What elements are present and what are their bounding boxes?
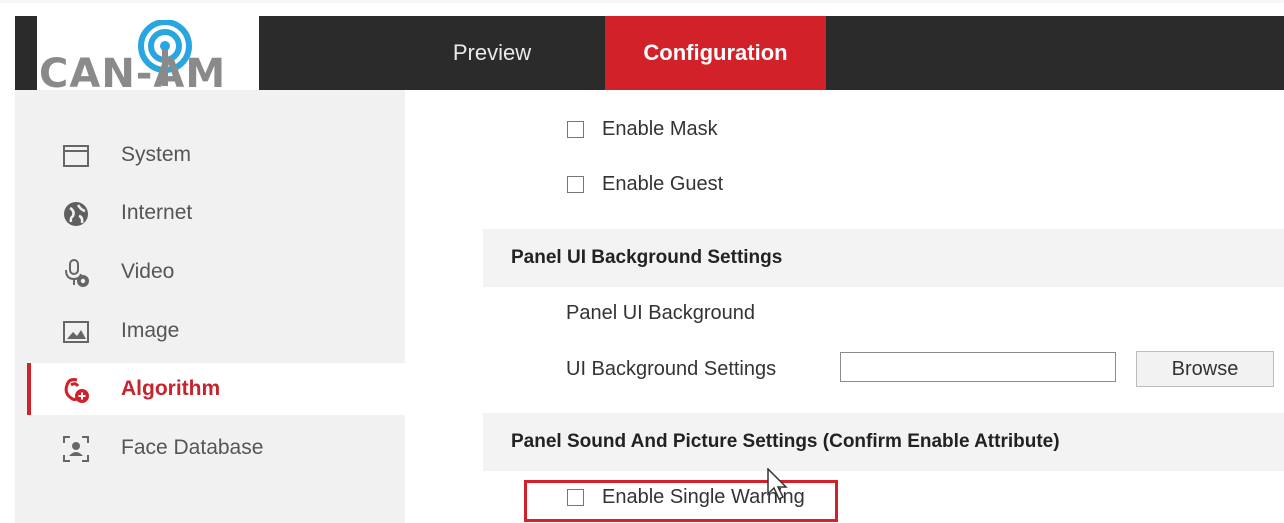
panel-ui-background-section-header: Panel UI Background Settings bbox=[483, 229, 1284, 287]
tab-preview[interactable]: Preview bbox=[433, 16, 551, 90]
enable-mask-label: Enable Mask bbox=[602, 118, 718, 140]
sidebar-item-label: Face Database bbox=[121, 436, 264, 459]
image-icon bbox=[63, 321, 89, 343]
enable-guest-checkbox[interactable] bbox=[567, 176, 584, 193]
panel-ui-background-label: Panel UI Background bbox=[566, 302, 756, 324]
active-indicator bbox=[27, 363, 31, 415]
panel-sound-picture-section-header: Panel Sound And Picture Settings (Confir… bbox=[483, 413, 1284, 471]
tab-configuration[interactable]: Configuration bbox=[605, 16, 826, 90]
logo-text: CAN-AM bbox=[39, 51, 227, 97]
enable-guest-label: Enable Guest bbox=[602, 173, 724, 195]
browse-button[interactable]: Browse bbox=[1136, 351, 1274, 387]
sidebar-item-video[interactable]: Video bbox=[27, 246, 405, 298]
sidebar: System Internet Video Image Algorithm Fa… bbox=[15, 90, 405, 523]
sidebar-item-algorithm[interactable]: Algorithm bbox=[27, 363, 405, 415]
sidebar-item-label: Algorithm bbox=[121, 377, 221, 400]
enable-mask-checkbox[interactable] bbox=[567, 121, 584, 138]
ui-background-settings-label: UI Background Settings bbox=[566, 358, 777, 380]
brand-logo: CAN-AM bbox=[15, 16, 259, 94]
sidebar-item-label: System bbox=[121, 143, 192, 166]
sidebar-item-face-database[interactable]: Face Database bbox=[27, 422, 405, 474]
configuration-content: Enable Mask Enable Guest Panel UI Backgr… bbox=[405, 90, 1284, 523]
globe-icon bbox=[64, 202, 88, 226]
window-icon bbox=[63, 145, 89, 167]
microphone-icon bbox=[65, 259, 89, 287]
top-navigation-bar: CAN-AM Preview Configuration bbox=[15, 16, 1284, 94]
mouse-cursor-icon bbox=[767, 468, 788, 501]
sidebar-item-internet[interactable]: Internet bbox=[27, 187, 405, 239]
sidebar-item-label: Video bbox=[121, 260, 175, 283]
ui-background-file-input[interactable] bbox=[840, 352, 1116, 382]
algorithm-icon bbox=[64, 378, 89, 403]
enable-guest-row: Enable Guest bbox=[567, 173, 723, 196]
enable-mask-row: Enable Mask bbox=[567, 118, 718, 141]
sidebar-item-label: Image bbox=[121, 319, 180, 342]
face-scan-icon bbox=[63, 436, 89, 462]
sidebar-item-label: Internet bbox=[121, 201, 193, 224]
sidebar-item-image[interactable]: Image bbox=[27, 305, 405, 357]
sidebar-item-system[interactable]: System bbox=[27, 129, 405, 181]
window-top-edge bbox=[0, 0, 1284, 3]
